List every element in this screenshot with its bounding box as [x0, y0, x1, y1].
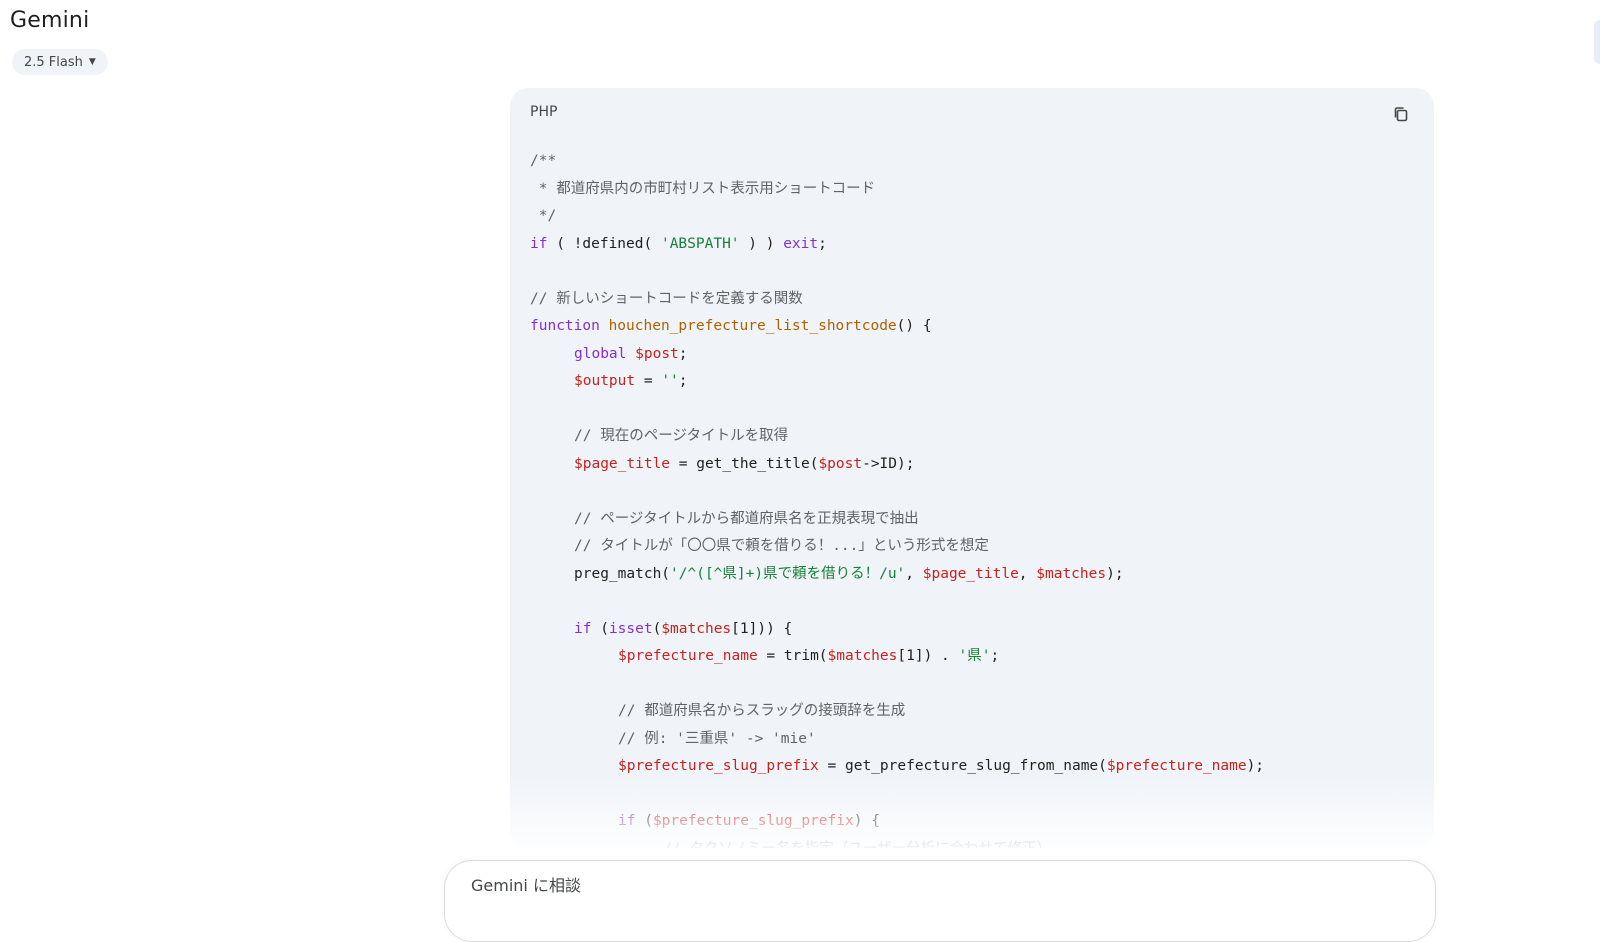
code-line: if ( !defined( 'ABSPATH' ) ) exit; [530, 231, 1434, 259]
code-token: ( [635, 813, 653, 829]
model-selector-label: 2.5 Flash [24, 54, 83, 70]
code-token: '/^([^県]+)県で頼を借りる！/u' [670, 565, 906, 582]
code-line: preg_match('/^([^県]+)県で頼を借りる！/u', $page_… [530, 561, 1434, 589]
code-token: global [574, 345, 627, 362]
code-token: // 例: '三重県' -> 'mie' [618, 730, 816, 747]
code-token: // タクソノミー名を指定（ユーザー分析に合わせて修正） [663, 841, 1051, 849]
code-token: = trim( [757, 648, 828, 664]
code-token: = get_the_title( [670, 455, 819, 472]
code-line: if ($prefecture_slug_prefix) { [530, 808, 1434, 836]
code-line: * 都道府県内の市町村リスト表示用ショートコード [530, 176, 1434, 204]
code-line: // タクソノミー名を指定（ユーザー分析に合わせて修正） [530, 836, 1434, 849]
code-token: , [905, 565, 923, 582]
code-token: ); [1106, 565, 1124, 582]
code-token: ( [591, 620, 609, 637]
copy-icon [1394, 107, 1408, 122]
code-token: $prefecture_slug_prefix [618, 758, 819, 774]
code-token: // タイトルが「〇〇県で頼を借りる！...」という形式を想定 [574, 538, 989, 554]
code-token: $matches [661, 620, 732, 637]
model-selector-button[interactable]: 2.5 Flash ▼ [12, 49, 108, 75]
code-token: $post [635, 345, 679, 362]
code-line: // 都道府県名からスラッグの接頭辞を生成 [530, 698, 1434, 726]
copy-code-button[interactable] [1386, 100, 1416, 130]
code-content: /** * 都道府県内の市町村リスト表示用ショートコード */ if ( !def… [530, 148, 1434, 848]
code-token: // 現在のページタイトルを取得 [574, 428, 789, 444]
code-token: = get_prefecture_slug_from_name( [818, 758, 1107, 774]
code-token: $prefecture_name [618, 648, 758, 664]
prompt-input[interactable] [469, 875, 1373, 896]
code-token: if [530, 235, 548, 252]
code-token: ) ) [739, 235, 784, 252]
code-line: // 新しいショートコードを定義する関数 [530, 286, 1434, 314]
code-token: ->ID); [862, 455, 915, 472]
code-token: preg_match( [574, 565, 671, 582]
code-line: $output = ''; [530, 368, 1434, 396]
code-token: $matches [1036, 565, 1107, 582]
code-line: $page_title = get_the_title($post->ID); [530, 451, 1434, 479]
chevron-down-icon: ▼ [88, 57, 96, 67]
code-token: $matches [827, 648, 898, 664]
code-token: ; [818, 235, 827, 252]
code-token: ; [990, 648, 1000, 664]
code-line: function houchen_prefecture_list_shortco… [530, 313, 1434, 341]
code-line: */ [530, 203, 1434, 231]
code-token: $page_title [574, 455, 671, 472]
code-token: houchen_prefecture_list_shortcode [608, 318, 897, 334]
code-token: = [635, 373, 662, 389]
code-token: if [618, 813, 636, 829]
code-line: // タイトルが「〇〇県で頼を借りる！...」という形式を想定 [530, 533, 1434, 561]
code-token: '県' [958, 648, 991, 664]
code-token: 'ABSPATH' [660, 235, 740, 252]
code-token: isset [608, 620, 653, 637]
code-block: PHP /** * 都道府県内の市町村リスト表示用ショートコード */ if ( … [510, 88, 1434, 848]
code-line: // ページタイトルから都道府県名を正規表現で抽出 [530, 506, 1434, 534]
code-token: [1]) . [897, 648, 959, 664]
app-title: Gemini [10, 8, 90, 33]
code-token: function [530, 318, 600, 334]
code-token: ; [678, 345, 688, 362]
code-token: $prefecture_slug_prefix [652, 813, 854, 829]
side-panel-tab[interactable] [1594, 20, 1600, 64]
code-line: // 現在のページタイトルを取得 [530, 423, 1434, 451]
code-line: $prefecture_name = trim($matches[1]) . '… [530, 643, 1434, 671]
code-token: ) { [853, 813, 880, 829]
code-token: $page_title [922, 565, 1019, 582]
code-token: ); [1246, 758, 1265, 774]
code-token: /** [530, 153, 557, 169]
code-language-label: PHP [530, 104, 558, 120]
code-token: [1])) { [731, 620, 793, 637]
code-token: ; [678, 373, 688, 389]
code-token: */ [530, 208, 557, 224]
code-line: if (isset($matches[1])) { [530, 616, 1434, 644]
code-token: // 新しいショートコードを定義する関数 [530, 290, 803, 307]
code-token: () { [896, 318, 932, 334]
code-token: $output [574, 373, 636, 389]
code-line: global $post; [530, 341, 1434, 369]
code-line: /** [530, 148, 1434, 176]
code-token: '' [661, 373, 679, 389]
code-token: // 都道府県名からスラッグの接頭辞を生成 [618, 703, 906, 719]
code-token: ( !defined( [547, 235, 661, 252]
code-line: // 例: '三重県' -> 'mie' [530, 726, 1434, 754]
code-token: * 都道府県内の市町村リスト表示用ショートコード [530, 180, 876, 197]
code-token: $post [818, 455, 863, 472]
code-token: exit [783, 235, 819, 252]
code-token: , [1018, 565, 1037, 582]
code-token: if [574, 620, 592, 637]
code-token: $prefecture_name [1106, 758, 1247, 774]
code-line: $prefecture_slug_prefix = get_prefecture… [530, 753, 1434, 781]
prompt-box[interactable] [444, 860, 1436, 942]
code-token: // ページタイトルから都道府県名を正規表現で抽出 [574, 510, 919, 527]
